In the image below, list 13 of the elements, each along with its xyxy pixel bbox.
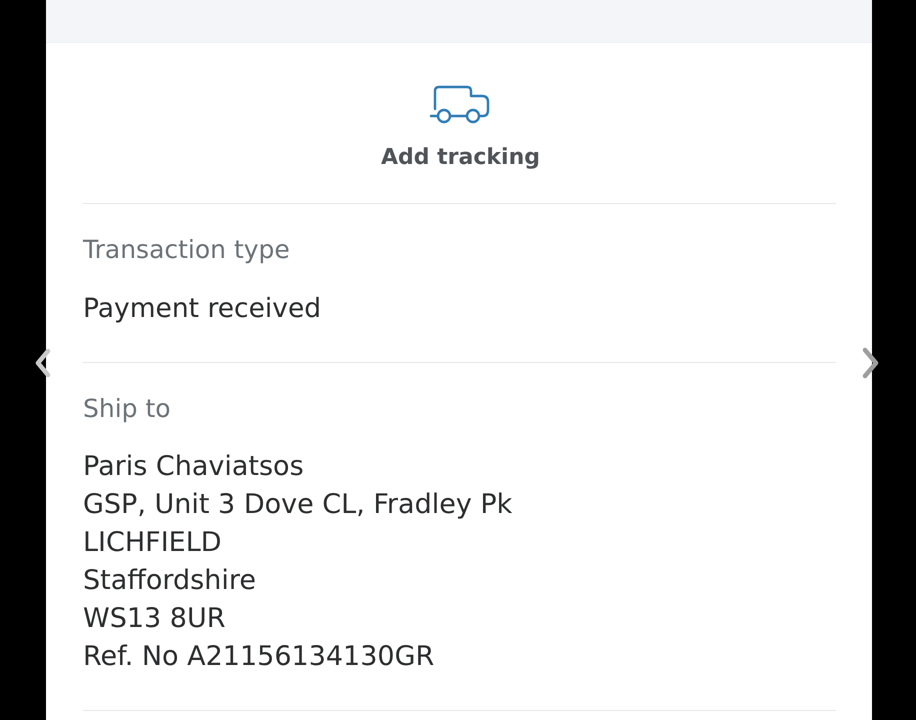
add-tracking-button[interactable]: Add tracking <box>378 85 540 172</box>
chevron-left-icon[interactable] <box>35 348 51 378</box>
address-line: Ref. No A21156134130GR <box>83 640 436 674</box>
field-label: Ship to <box>83 393 172 425</box>
field-label: Transaction type <box>83 234 291 266</box>
chevron-right-icon[interactable] <box>862 347 880 379</box>
address-line: LICHFIELD <box>83 526 223 560</box>
truck-icon <box>428 85 490 125</box>
address-line: WS13 8UR <box>83 602 226 636</box>
address-line: GSP, Unit 3 Dove CL, Fradley Pk <box>83 488 514 522</box>
field-value: Payment received <box>83 292 322 326</box>
address-line: Paris Chaviatsos <box>83 450 305 484</box>
address-line: Staffordshire <box>83 564 257 598</box>
